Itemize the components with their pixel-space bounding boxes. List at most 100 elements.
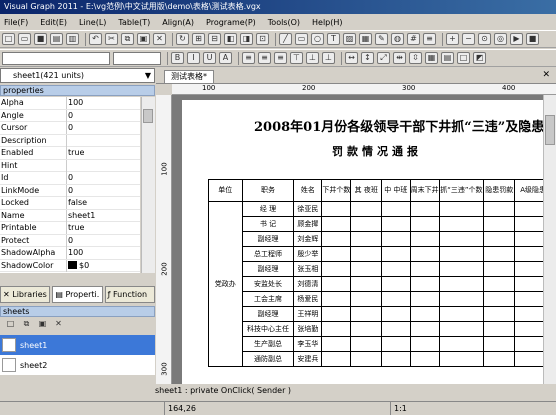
tab-properties[interactable]: ▤ Properti.: [52, 286, 103, 303]
report-subtitle[interactable]: 罚款情况通报: [332, 143, 422, 159]
cut-icon[interactable]: ✂: [105, 33, 118, 45]
menu-tools[interactable]: Tools(O): [268, 18, 300, 27]
property-row[interactable]: Name sheet1: [0, 209, 140, 222]
same-width-icon[interactable]: ↔: [345, 52, 358, 64]
zoom-out-icon[interactable]: −: [462, 33, 475, 45]
zoom-page-icon[interactable]: ◎: [494, 33, 507, 45]
property-row[interactable]: ShadowAlpha 100: [0, 247, 140, 260]
chevron-down-icon[interactable]: ▼: [145, 69, 151, 82]
new-sheet-icon[interactable]: □: [4, 319, 17, 331]
delete-icon[interactable]: ✕: [153, 33, 166, 45]
menu-table[interactable]: Table(T): [118, 18, 150, 27]
property-value[interactable]: 0: [68, 235, 140, 247]
sheet-item[interactable]: sheet2: [0, 355, 155, 375]
menu-line[interactable]: Line(L): [79, 18, 106, 27]
property-value[interactable]: false: [68, 197, 140, 209]
tab-libraries[interactable]: ✕ Libraries: [0, 286, 51, 303]
menu-edit[interactable]: Edit(E): [40, 18, 67, 27]
document-tab[interactable]: 测试表格*: [164, 70, 214, 83]
fill-icon[interactable]: ◍: [391, 33, 404, 45]
property-row[interactable]: Hint: [0, 159, 140, 172]
open-folder-icon[interactable]: ▭: [18, 33, 31, 45]
pen-icon[interactable]: ✎: [375, 33, 388, 45]
align-middle-icon[interactable]: ⊥: [306, 52, 319, 64]
property-row[interactable]: ShadowColor $0: [0, 259, 140, 272]
delete-sheet-icon[interactable]: ✕: [52, 319, 65, 331]
property-value[interactable]: 100: [68, 97, 140, 109]
report-title[interactable]: 2008年01月份各级领导干部下井抓“三违”及隐患: [254, 116, 543, 135]
scrollbar-thumb[interactable]: [545, 115, 555, 145]
layer-icon[interactable]: ≡: [423, 33, 436, 45]
property-value[interactable]: 100: [68, 247, 140, 259]
property-row[interactable]: Alpha 100: [0, 97, 140, 110]
property-value[interactable]: true: [68, 222, 140, 234]
property-value[interactable]: 0: [68, 122, 140, 134]
property-value[interactable]: sheet1: [68, 210, 140, 222]
text-icon[interactable]: T: [327, 33, 340, 45]
copy-icon[interactable]: ⧉: [121, 33, 134, 45]
stop-icon[interactable]: ■: [526, 33, 539, 45]
italic-icon[interactable]: I: [187, 52, 200, 64]
save-icon[interactable]: ■: [34, 33, 47, 45]
menu-help[interactable]: Help(H): [312, 18, 343, 27]
property-row[interactable]: Locked false: [0, 197, 140, 210]
same-size-icon[interactable]: ⤢: [377, 52, 390, 64]
property-value[interactable]: 0: [68, 110, 140, 122]
space-vertical-icon[interactable]: ⇳: [409, 52, 422, 64]
background-color-icon[interactable]: ◩: [473, 52, 486, 64]
property-row[interactable]: Printable true: [0, 222, 140, 235]
font-size-combo[interactable]: [113, 51, 161, 65]
report-table[interactable]: 单位 职务 姓名 下井个数 其 夜班 中 中班 周末下井 抓“三违”个数 隐患罚…: [208, 179, 543, 367]
menu-file[interactable]: File(F): [4, 18, 28, 27]
scrollbar-thumb[interactable]: [143, 109, 153, 123]
align-bottom-icon[interactable]: ⊥: [322, 52, 335, 64]
same-height-icon[interactable]: ↕: [361, 52, 374, 64]
property-value[interactable]: 0: [68, 185, 140, 197]
property-value[interactable]: [68, 135, 140, 147]
canvas-scrollbar[interactable]: [543, 95, 556, 384]
grid-icon[interactable]: #: [407, 33, 420, 45]
run-icon[interactable]: ▶: [510, 33, 523, 45]
group-icon[interactable]: ⊞: [192, 33, 205, 45]
space-horizontal-icon[interactable]: ⇹: [393, 52, 406, 64]
paste-icon[interactable]: ▣: [137, 33, 150, 45]
merge-cells-icon[interactable]: ▦: [425, 52, 438, 64]
rotate-icon[interactable]: ↻: [176, 33, 189, 45]
font-color-icon[interactable]: A: [219, 52, 232, 64]
property-value[interactable]: $0: [68, 260, 140, 272]
print-preview-icon[interactable]: ▥: [66, 33, 79, 45]
underline-icon[interactable]: U: [203, 52, 216, 64]
property-value[interactable]: true: [68, 147, 140, 159]
object-selector[interactable]: sheet1(421 units) ▼: [0, 68, 155, 83]
align-right-icon[interactable]: ≡: [274, 52, 287, 64]
sheet-page[interactable]: 2008年01月份各级领导干部下井抓“三违”及隐患 罚款情况通报 单位 职务 姓…: [182, 100, 543, 384]
copy-sheet-icon[interactable]: ⧉: [20, 319, 33, 331]
split-cells-icon[interactable]: ▤: [441, 52, 454, 64]
ungroup-icon[interactable]: ⊟: [208, 33, 221, 45]
property-row[interactable]: Enabled true: [0, 147, 140, 160]
sheet-item[interactable]: sheet1: [0, 335, 155, 355]
bold-icon[interactable]: B: [171, 52, 184, 64]
property-value[interactable]: [68, 160, 140, 172]
property-value[interactable]: 0: [68, 172, 140, 184]
table-icon[interactable]: ▦: [359, 33, 372, 45]
print-icon[interactable]: ▤: [50, 33, 63, 45]
undo-icon[interactable]: ↶: [89, 33, 102, 45]
align-center-icon[interactable]: ≡: [258, 52, 271, 64]
properties-scrollbar[interactable]: [141, 97, 155, 273]
border-icon[interactable]: □: [457, 52, 470, 64]
align-top-icon[interactable]: ⊤: [290, 52, 303, 64]
property-row[interactable]: Cursor 0: [0, 122, 140, 135]
font-name-combo[interactable]: [2, 51, 110, 65]
image-icon[interactable]: ▨: [343, 33, 356, 45]
new-file-icon[interactable]: □: [2, 33, 15, 45]
ellipse-icon[interactable]: ○: [311, 33, 324, 45]
duplicate-sheet-icon[interactable]: ▣: [36, 319, 49, 331]
tab-function[interactable]: ƒ Function: [104, 286, 155, 303]
send-back-icon[interactable]: ◨: [240, 33, 253, 45]
property-row[interactable]: Id 0: [0, 172, 140, 185]
property-row[interactable]: Description: [0, 134, 140, 147]
menu-programe[interactable]: Programe(P): [206, 18, 256, 27]
bring-front-icon[interactable]: ◧: [224, 33, 237, 45]
property-row[interactable]: Angle 0: [0, 109, 140, 122]
